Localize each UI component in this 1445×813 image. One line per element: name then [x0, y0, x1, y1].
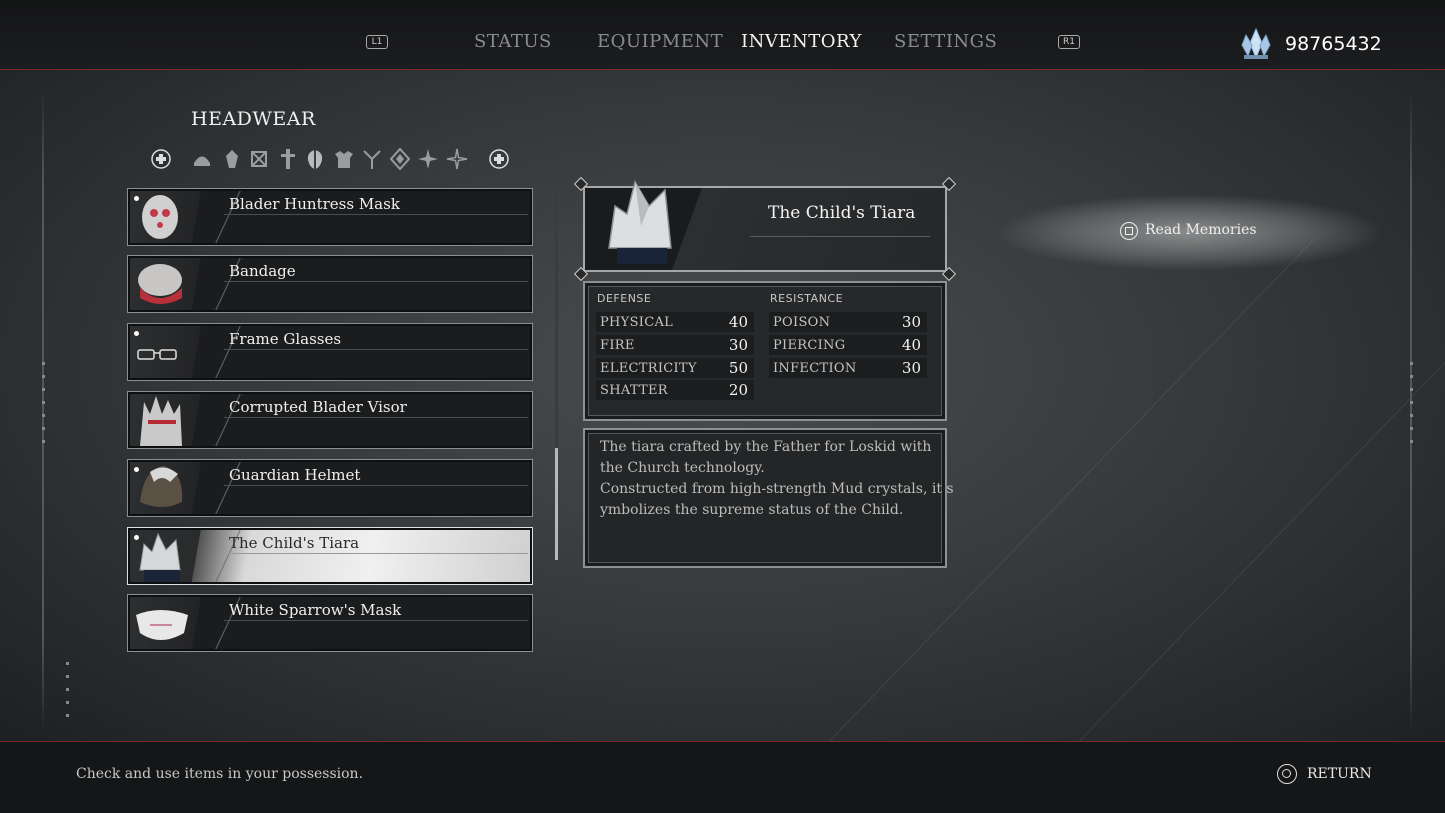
stat-row-shatter: SHATTER 20 — [596, 380, 754, 400]
new-indicator — [134, 196, 139, 201]
resistance-heading: RESISTANCE — [770, 292, 844, 305]
stat-value: 30 — [901, 359, 921, 377]
stat-value: 30 — [728, 336, 748, 354]
new-indicator — [134, 467, 139, 472]
tab-equipment[interactable]: EQUIPMENT — [597, 31, 723, 52]
item-name: Bandage — [229, 262, 296, 280]
rb-button-icon[interactable] — [488, 148, 510, 170]
description-line: Constructed from high-strength Mud cryst… — [600, 481, 954, 497]
item-name: Guardian Helmet — [229, 466, 361, 484]
armor-icon[interactable] — [333, 148, 355, 170]
stat-row-fire: FIRE 30 — [596, 335, 754, 355]
background-line — [1079, 337, 1445, 741]
r1-button-icon[interactable]: R1 — [1058, 35, 1080, 49]
new-indicator — [134, 535, 139, 540]
item-detail-name: The Child's Tiara — [768, 203, 916, 223]
item-name: The Child's Tiara — [229, 534, 360, 552]
detail-header-corners — [573, 176, 957, 282]
list-item-selected[interactable]: The Child's Tiara — [127, 527, 533, 585]
description-line: The tiara crafted by the Father for Losk… — [600, 439, 932, 455]
cross-icon[interactable] — [277, 148, 299, 170]
circle-button-icon[interactable] — [1277, 764, 1297, 784]
list-item[interactable]: Bandage — [127, 255, 533, 313]
frame-dots — [1410, 362, 1414, 453]
category-filter-bar — [150, 146, 520, 172]
frame-dots — [66, 662, 70, 727]
stat-value: 40 — [901, 336, 921, 354]
list-item[interactable]: Blader Huntress Mask — [127, 188, 533, 246]
stat-row-physical: PHYSICAL 40 — [596, 312, 754, 332]
description-line: ymbolizes the supreme status of the Chil… — [600, 502, 904, 518]
diamond-icon[interactable] — [389, 148, 411, 170]
read-memories-button[interactable]: Read Memories — [1145, 222, 1257, 238]
list-scrollbar-thumb[interactable] — [555, 448, 558, 560]
list-item[interactable]: White Sparrow's Mask — [127, 594, 533, 652]
category-title: HEADWEAR — [191, 108, 316, 130]
gem-icon[interactable] — [221, 148, 243, 170]
stat-row-electricity: ELECTRICITY 50 — [596, 358, 754, 378]
helmet-icon[interactable] — [191, 148, 213, 170]
list-item[interactable]: Guardian Helmet — [127, 459, 533, 517]
item-name: White Sparrow's Mask — [229, 601, 402, 619]
crossed-icon[interactable] — [248, 148, 270, 170]
description-line: the Church technology. — [600, 460, 765, 476]
stat-name: SHATTER — [600, 383, 668, 398]
stat-name: PHYSICAL — [600, 315, 674, 330]
footer-hint: Check and use items in your possession. — [76, 766, 364, 782]
new-indicator — [134, 331, 139, 336]
detail-name-divider — [750, 236, 930, 237]
item-name: Frame Glasses — [229, 330, 342, 348]
stat-name: ELECTRICITY — [600, 361, 697, 376]
stat-value: 50 — [728, 359, 748, 377]
star-icon[interactable] — [417, 148, 439, 170]
lb-button-icon[interactable] — [150, 148, 172, 170]
stat-row-piercing: PIERCING 40 — [769, 335, 927, 355]
stat-name: INFECTION — [773, 361, 857, 376]
l1-button-icon[interactable]: L1 — [366, 35, 388, 49]
item-name: Blader Huntress Mask — [229, 195, 400, 213]
tab-inventory[interactable]: INVENTORY — [741, 31, 862, 52]
square-button-icon[interactable] — [1120, 222, 1138, 240]
list-item[interactable]: Corrupted Blader Visor — [127, 391, 533, 449]
stat-value: 20 — [728, 381, 748, 399]
stat-value: 30 — [901, 313, 921, 331]
mask-icon[interactable] — [304, 148, 326, 170]
stat-name: FIRE — [600, 338, 635, 353]
stat-row-infection: INFECTION 30 — [769, 358, 927, 378]
stat-row-poison: POISON 30 — [769, 312, 927, 332]
tab-status[interactable]: STATUS — [474, 31, 552, 52]
currency-amount: 98765432 — [1285, 33, 1382, 55]
fork-icon[interactable] — [361, 148, 383, 170]
list-item[interactable]: Frame Glasses — [127, 323, 533, 381]
sparkle-icon[interactable] — [446, 148, 468, 170]
item-name: Corrupted Blader Visor — [229, 398, 407, 416]
stat-value: 40 — [728, 313, 748, 331]
return-button[interactable]: RETURN — [1307, 766, 1372, 782]
crystal-icon — [1241, 27, 1271, 60]
stat-name: PIERCING — [773, 338, 846, 353]
stat-name: POISON — [773, 315, 831, 330]
defense-heading: DEFENSE — [597, 292, 652, 305]
tab-settings[interactable]: SETTINGS — [894, 31, 997, 52]
frame-dots — [42, 362, 46, 453]
